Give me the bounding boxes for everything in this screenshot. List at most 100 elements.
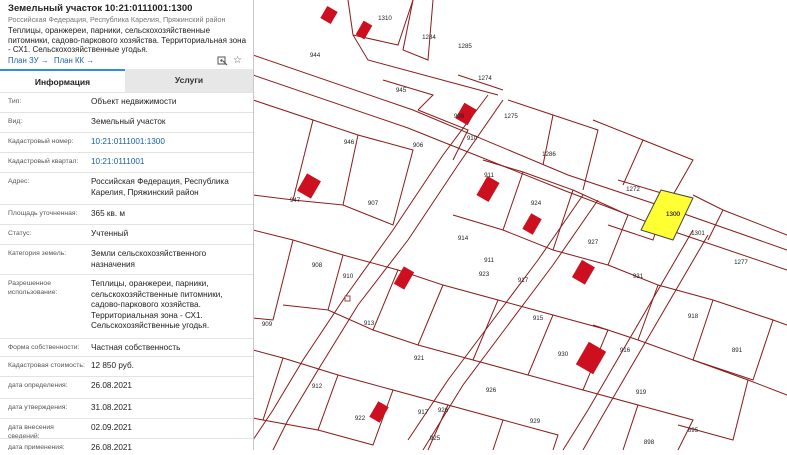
parcel-number-label: 910 <box>467 135 478 142</box>
parcel-number-label: 895 <box>688 427 699 434</box>
parcel-number-label: 926 <box>486 387 497 394</box>
field-label: дата определения: <box>8 382 68 389</box>
field-label: Форма собственности: <box>8 344 80 351</box>
parcel-number-label: 930 <box>558 351 569 358</box>
plan-kk-link[interactable]: План КК → <box>54 56 94 65</box>
field-value: 31.08.2021 <box>91 403 132 412</box>
road-vertical-4 <box>407 194 584 441</box>
building <box>571 259 595 285</box>
field-row: Категория земель: Земли сельскохозяйствен… <box>0 244 253 275</box>
parcel-number-label: 919 <box>636 389 647 396</box>
cadastral-map-svg[interactable]: 1300 1310 944 1284 1285 1274 945 906 1275 946 906… <box>252 0 787 451</box>
building <box>297 173 321 199</box>
road-vertical-2 <box>252 94 489 441</box>
field-label: дата утверждения: <box>8 404 68 411</box>
field-value: Объект недвижимости <box>91 97 177 106</box>
road-vertical-5 <box>422 199 599 451</box>
tab-info[interactable]: Информация <box>0 69 125 92</box>
field-row: дата применения: 26.08.2021 <box>0 438 253 450</box>
building <box>522 213 542 235</box>
parcel-number-label: 947 <box>290 197 301 204</box>
field-label: Тип: <box>8 98 22 105</box>
field-row: дата утверждения: 31.08.2021 <box>0 398 253 419</box>
field-value[interactable]: 10:21:0111001:1300 <box>91 137 249 148</box>
field-row: дата внесения сведений: 02.09.2021 <box>0 418 253 440</box>
field-row: Разрешенное использование: Теплицы, оранж… <box>0 274 253 339</box>
parcel-number-label: 923 <box>479 271 490 278</box>
building <box>320 5 338 25</box>
field-label: дата применения: <box>8 444 65 450</box>
star-icon[interactable]: ☆ <box>233 55 242 66</box>
parcel-number-label: 917 <box>418 409 429 416</box>
field-row: Площадь уточненная: 365 кв. м <box>0 204 253 225</box>
field-label: Вид: <box>8 118 23 125</box>
field-row: дата определения: 26.08.2021 <box>0 376 253 399</box>
field-value: 02.09.2021 <box>91 423 132 432</box>
parcel-number-label: 925 <box>430 435 441 442</box>
road-main-diagonal <box>252 54 787 251</box>
parcel-number-label: 921 <box>414 355 425 362</box>
field-value: Российская Федерация, Республика Карелия… <box>91 177 229 197</box>
building <box>476 175 500 203</box>
field-row: Кадастровая стоимость: 12 850 руб. <box>0 356 253 377</box>
parcel-number-label: 908 <box>312 262 323 269</box>
parcel-number-label: 915 <box>533 315 544 322</box>
parcel-number-label: 1301 <box>691 230 705 237</box>
parcel-number-label: 914 <box>458 235 469 242</box>
parcel-number-label: 1275 <box>504 113 518 120</box>
parcel-number-label: 929 <box>530 418 541 425</box>
parcel-number-label: 926 <box>438 407 449 414</box>
field-value: Земли сельскохозяйственного назначения <box>91 249 207 269</box>
parcel-number-label: 906 <box>454 113 465 120</box>
parcel-number-label: 927 <box>588 239 599 246</box>
field-label: Разрешенное использование: <box>8 280 58 296</box>
parcel-number-label: 922 <box>355 415 366 422</box>
building <box>369 401 389 423</box>
plan-zu-link[interactable]: План ЗУ → <box>8 56 49 65</box>
map-pin-icon-svg <box>217 56 228 66</box>
parcel-title: Земельный участок 10:21:0111001:1300 <box>8 3 193 14</box>
field-value: 26.08.2021 <box>91 381 132 390</box>
parcel-number-label: 911 <box>484 257 494 264</box>
field-label: Кадастровый номер: <box>8 138 74 145</box>
parcel-number-label: 946 <box>344 139 355 146</box>
field-row: Статус: Учтенный <box>0 224 253 245</box>
parcel-number-label: 1286 <box>542 151 556 158</box>
parcel-number-label: 906 <box>413 142 424 149</box>
parcel-number-label: 909 <box>262 321 273 328</box>
parcel-address-line: Российская Федерация, Республика Карелия… <box>8 15 226 24</box>
field-value: Частная собственность <box>91 343 181 352</box>
field-label: Адрес: <box>8 178 30 185</box>
field-label: Кадастровая стоимость: <box>8 362 85 369</box>
field-row: Кадастровый номер: 10:21:0111001:1300 <box>0 132 253 153</box>
parcel-number-label: 910 <box>343 273 354 280</box>
parcel-number-label: 1277 <box>734 259 748 266</box>
marker-square <box>344 295 351 302</box>
parcel-number-label: 945 <box>396 87 407 94</box>
parcel-number-label: 1284 <box>422 34 436 41</box>
tab-services[interactable]: Услуги <box>125 69 253 92</box>
tab-bar: Информация Услуги <box>0 69 253 92</box>
field-value: 26.08.2021 <box>91 443 132 450</box>
field-row: Тип: Объект недвижимости <box>0 92 253 113</box>
parcel-description: Теплицы, оранжереи, парники, сельскохозя… <box>8 26 247 54</box>
parcel-number-label: 917 <box>518 277 529 284</box>
parcel-number-label: 911 <box>484 172 494 179</box>
field-row: Форма собственности: Частная собственност… <box>0 338 253 357</box>
parcel-number-label: 891 <box>732 347 743 354</box>
parcel-number-label: 1274 <box>478 75 492 82</box>
parcel-number-label: 924 <box>531 200 542 207</box>
field-value: Теплицы, оранжереи, парники, сельскохозя… <box>91 279 223 330</box>
parcel-number-label: 1300 <box>666 211 680 218</box>
field-value[interactable]: 10:21:0111001 <box>91 157 249 168</box>
field-row: Адрес: Российская Федерация, Республика К… <box>0 172 253 205</box>
field-value: 365 кв. м <box>91 209 126 218</box>
parcel-number-label: 913 <box>364 320 375 327</box>
map-pin-icon[interactable] <box>217 55 228 69</box>
field-value: 12 850 руб. <box>91 361 134 370</box>
field-row: Кадастровый квартал: 10:21:0111001 <box>0 152 253 173</box>
parcel-boundaries <box>252 0 787 451</box>
cadastral-map[interactable]: 1300 1310 944 1284 1285 1274 945 906 1275 946 906… <box>252 0 787 451</box>
parcel-number-label: 931 <box>633 273 644 280</box>
parcel-number-label: 918 <box>688 313 699 320</box>
